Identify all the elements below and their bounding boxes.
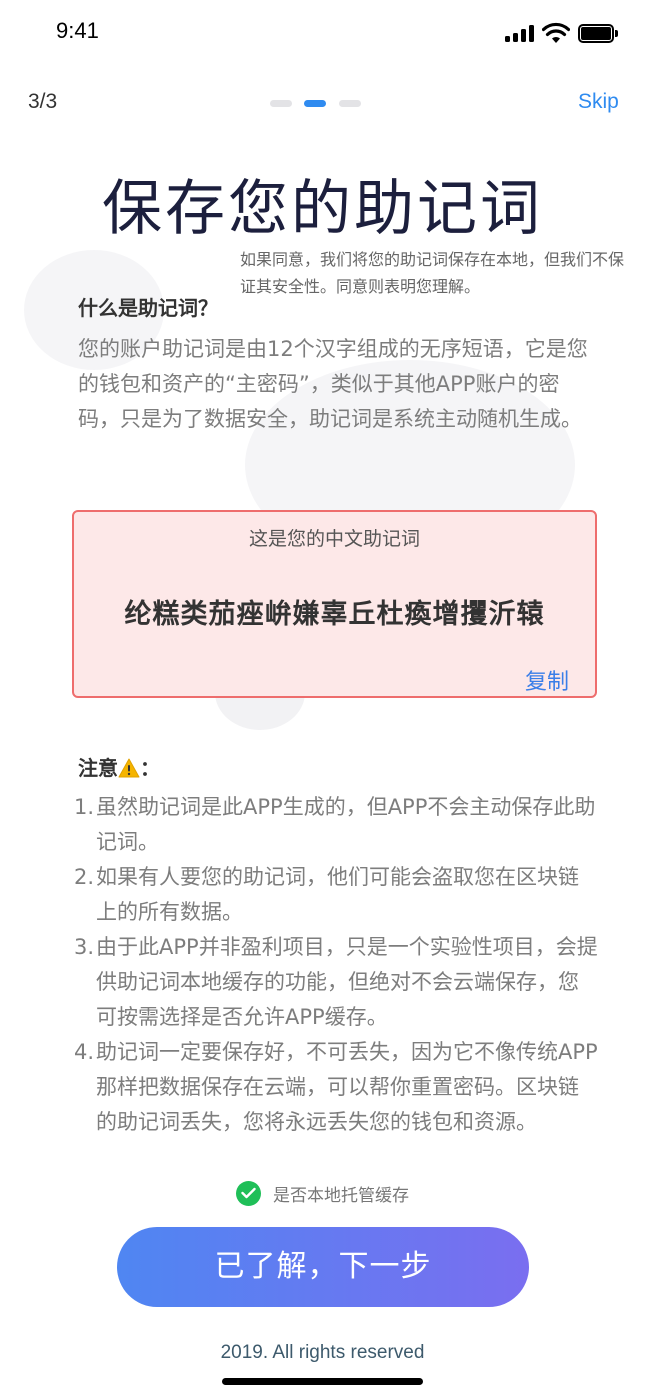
skip-button[interactable]: Skip xyxy=(578,90,619,114)
notice-item-number: 2. xyxy=(74,865,95,889)
notice-list: 1. 虽然助记词是此APP生成的，但APP不会主动保存此助记词。 2. 如果有人要您… xyxy=(74,790,599,1140)
notice-item-number: 4. xyxy=(74,1040,95,1064)
copyright-footer: 2019. All rights reserved xyxy=(220,1342,425,1363)
notice-item-number: 3. xyxy=(74,935,95,959)
cellular-signal-icon xyxy=(505,24,537,42)
notice-item-number: 1. xyxy=(74,795,95,819)
notice-item: 3. 由于此APP并非盈利项目，只是一个实验性项目，会提供助记词本地缓存的功能，但… xyxy=(74,930,599,1035)
next-step-button[interactable]: 已了解，下一步 xyxy=(117,1227,529,1307)
section-body-what-is-mnemonic: 您的账户助记词是由12个汉字组成的无序短语，它是您的钱包和资产的“主密码”，类似… xyxy=(78,337,588,431)
page-indicator xyxy=(270,100,365,108)
notice-item-text: 助记词一定要保存好，不可丢失，因为它不像传统APP那样把数据保存在云端，可以帮你… xyxy=(96,1040,598,1134)
battery-icon xyxy=(578,24,618,43)
local-cache-checkbox[interactable]: 是否本地托管缓存 xyxy=(236,1180,409,1206)
notice-item: 2. 如果有人要您的助记词，他们可能会盗取您在区块链上的所有数据。 xyxy=(74,860,599,930)
page-title: 保存您的助记词 xyxy=(102,174,543,244)
notice-item: 1. 虽然助记词是此APP生成的，但APP不会主动保存此助记词。 xyxy=(74,790,599,860)
notice-heading: 注意 ： xyxy=(78,752,160,781)
notice-heading-text: 注意 xyxy=(78,756,118,780)
warning-icon xyxy=(118,758,140,778)
notice-item: 4. 助记词一定要保存好，不可丢失，因为它不像传统APP那样把数据保存在云端，可以… xyxy=(74,1035,599,1140)
mnemonic-phrase: 纶糕类茄痤峅嫌辜丘杜瘓增攫沂辕 xyxy=(124,599,545,630)
local-cache-label: 是否本地托管缓存 xyxy=(273,1185,409,1206)
wifi-icon xyxy=(542,22,570,43)
copy-button[interactable]: 复制 xyxy=(525,664,569,696)
page-dot-active xyxy=(304,100,326,107)
notice-item-text: 由于此APP并非盈利项目，只是一个实验性项目，会提供助记词本地缓存的功能，但绝对… xyxy=(96,935,598,1029)
page-dot xyxy=(339,100,361,107)
step-counter: 3/3 xyxy=(28,90,58,113)
status-time: 9:41 xyxy=(56,18,99,43)
page-dot xyxy=(270,100,292,107)
notice-item-text: 如果有人要您的助记词，他们可能会盗取您在区块链上的所有数据。 xyxy=(96,865,579,924)
checkmark-circle-icon[interactable] xyxy=(236,1180,261,1206)
status-bar: 9:41 xyxy=(0,0,645,64)
page-subtitle: 如果同意，我们将您的助记词保存在本地，但我们不保证其安全性。同意则表明您理解。 xyxy=(240,250,625,296)
mnemonic-caption: 这是您的中文助记词 xyxy=(248,528,420,550)
notice-heading-colon: ： xyxy=(140,756,160,780)
section-heading-what-is-mnemonic: 什么是助记词？ xyxy=(78,296,218,320)
mnemonic-card: 这是您的中文助记词 纶糕类茄痤峅嫌辜丘杜瘓增攫沂辕 复制 xyxy=(72,510,597,698)
home-indicator xyxy=(222,1378,423,1385)
notice-item-text: 虽然助记词是此APP生成的，但APP不会主动保存此助记词。 xyxy=(96,795,596,854)
